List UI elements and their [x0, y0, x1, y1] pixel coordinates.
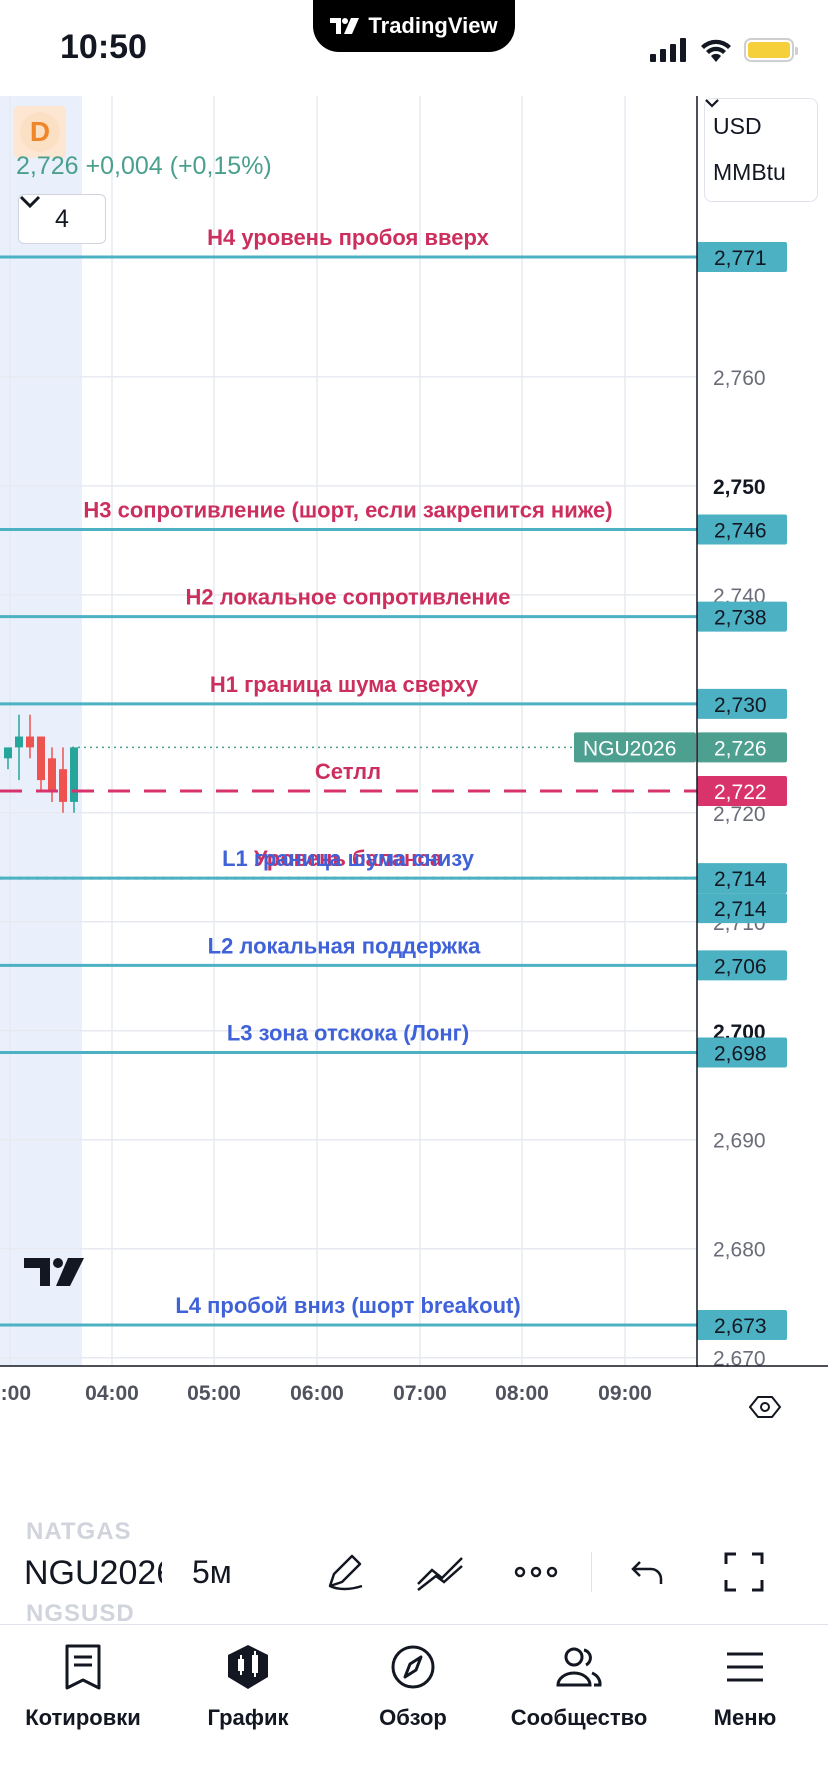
level-label: L1 граница шума снизу	[222, 846, 475, 871]
level-label: L2 локальная поддержка	[208, 933, 481, 958]
signal-icon	[650, 38, 686, 62]
undo-icon	[631, 1561, 663, 1584]
chart-icon	[228, 1645, 268, 1689]
x-tick-label: 08:00	[495, 1382, 549, 1405]
x-tick-label: 05:00	[187, 1382, 241, 1405]
symbol-picker[interactable]: NATGAS NGU2026 NGSUSD	[22, 1520, 162, 1624]
nav-label-community: Сообщество	[510, 1705, 648, 1730]
undo-button[interactable]	[622, 1546, 674, 1598]
y-tick-label: 2,750	[713, 476, 766, 499]
level-price-value: 2,746	[714, 519, 767, 542]
nav-label-overview: Обзор	[379, 1705, 447, 1730]
nav-label-quotes: Котировки	[25, 1705, 141, 1730]
candle-body	[37, 736, 45, 781]
compass-icon	[391, 1645, 435, 1689]
more-dots-icon	[514, 1566, 558, 1578]
y-tick-label: 2,760	[713, 367, 766, 390]
fullscreen-button[interactable]	[718, 1546, 770, 1598]
unit-select[interactable]: MMBtu	[705, 99, 817, 195]
level-price-value: 2,771	[714, 247, 767, 270]
tradingview-pill: TradingView	[313, 0, 515, 52]
wifi-icon	[701, 39, 731, 62]
battery-icon	[744, 38, 798, 62]
level-label: H2 локальное сопротивление	[186, 585, 511, 610]
drawing-tool-button[interactable]	[318, 1546, 370, 1598]
more-button[interactable]	[510, 1546, 562, 1598]
interval-button[interactable]: 5м	[192, 1554, 232, 1591]
y-tick-label: 2,720	[713, 803, 766, 826]
nav-chart[interactable]: График	[165, 1639, 331, 1731]
community-icon	[556, 1647, 602, 1687]
nav-community[interactable]: Сообщество	[496, 1639, 662, 1731]
home-indicator	[274, 1768, 554, 1778]
chevron-down-icon	[705, 99, 719, 108]
bottom-navigation: Котировки График Обзор Сообщество Меню	[0, 1624, 828, 1792]
level-label: L4 пробой вниз (шорт breakout)	[175, 1293, 520, 1318]
status-bar: 10:50 TradingView	[0, 0, 828, 96]
indicator-count: 4	[55, 204, 69, 233]
candle-body	[26, 736, 34, 748]
chart-area[interactable]: 2,760 2,750 2,740 2,720 2,710 2,700 2,690 2,680…	[0, 96, 828, 1464]
nav-label-chart: График	[207, 1705, 289, 1730]
candle-body	[59, 769, 67, 802]
interval-badge[interactable]: D	[14, 106, 66, 158]
session-highlight	[0, 96, 82, 1366]
nav-menu[interactable]: Меню	[662, 1639, 828, 1731]
level-price-value: 2,714	[714, 868, 767, 891]
currency-value: USD	[713, 112, 762, 139]
candle-body	[15, 736, 23, 748]
currency-select[interactable]: USD	[705, 99, 817, 149]
level-label: L3 зона отскока (Лонг)	[227, 1021, 469, 1046]
indicators-button[interactable]	[414, 1546, 466, 1598]
candle-body	[4, 747, 12, 759]
symbol-next: NGSUSD	[26, 1600, 135, 1624]
interval-badge-letter: D	[20, 112, 60, 152]
x-tick-label: 09:00	[598, 1382, 652, 1405]
pen-icon	[328, 1554, 363, 1591]
chevron-down-icon	[19, 195, 41, 209]
level-price-value: 2,722	[714, 781, 767, 804]
level-label: H1 граница шума сверху	[210, 672, 479, 697]
level-price-value: 2,738	[714, 607, 767, 630]
tv-watermark-dot	[53, 1258, 63, 1268]
level-label: H4 уровень пробоя вверх	[207, 225, 489, 250]
y-tick-label: 2,680	[713, 1239, 766, 1262]
level-price-value: 2,730	[714, 694, 767, 717]
price-chart[interactable]: 2,7602,7502,7402,7202,7102,7002,6902,680…	[0, 96, 828, 1464]
x-tick-label: 04:00	[85, 1382, 139, 1405]
level-label: H3 сопротивление (шорт, если закрепится …	[83, 497, 612, 522]
symbol-prev: NATGAS	[26, 1520, 132, 1545]
status-time: 10:50	[60, 28, 147, 66]
currency-unit-selector: USD MMBtu	[704, 98, 818, 202]
nav-label-menu: Меню	[713, 1705, 777, 1730]
unit-value: MMBtu	[713, 158, 786, 185]
toolbar-divider	[591, 1552, 592, 1592]
level-label: Сетлл	[315, 759, 381, 784]
brand-name: TradingView	[368, 13, 498, 38]
symbol-current: NGU2026	[24, 1554, 162, 1592]
x-tick-label: 07:00	[393, 1382, 447, 1405]
legend-price: 2,726 +0,004 (+0,15%)	[16, 152, 272, 180]
x-tick-label: 06:00	[290, 1382, 344, 1405]
quotes-icon	[65, 1644, 101, 1690]
level-price-value: 2,698	[714, 1043, 767, 1066]
last-price-symbol: NGU2026	[583, 737, 676, 760]
fullscreen-icon	[724, 1552, 764, 1592]
candle-body	[70, 747, 78, 802]
level-price-value: 2,714	[714, 898, 767, 921]
nav-quotes[interactable]: Котировки	[0, 1639, 166, 1731]
last-price-value: 2,726	[714, 737, 767, 760]
chart-toolbar: NATGAS NGU2026 NGSUSD 5м	[0, 1520, 828, 1624]
status-icons	[650, 38, 798, 62]
trend-lines-icon	[417, 1557, 463, 1591]
nav-overview[interactable]: Обзор	[330, 1639, 496, 1731]
candle-body	[48, 758, 56, 791]
y-tick-label: 2,690	[713, 1130, 766, 1153]
tradingview-logo-icon	[330, 18, 360, 34]
x-tick-label: 3:00	[0, 1382, 31, 1405]
collapse-legend-button[interactable]: 4	[18, 194, 106, 244]
level-price-value: 2,706	[714, 955, 767, 978]
level-price-value: 2,673	[714, 1315, 767, 1338]
menu-icon	[727, 1652, 763, 1682]
